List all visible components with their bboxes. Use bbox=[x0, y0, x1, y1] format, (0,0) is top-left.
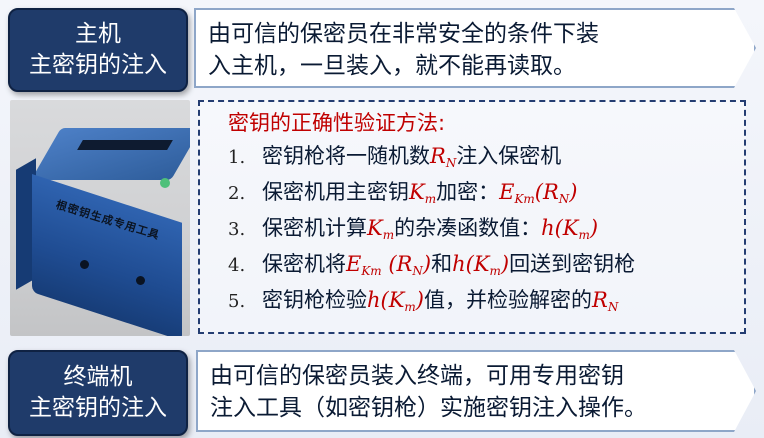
step-text: 值，并检验解密的 bbox=[424, 288, 592, 312]
step-text: 保密机用主密钥 bbox=[262, 180, 409, 204]
master-desc-line2: 入主机，一旦装入，就不能再读取。 bbox=[208, 53, 576, 79]
device-hole-right bbox=[136, 276, 145, 285]
step-math: h(Km) bbox=[452, 252, 510, 278]
step-math: Km bbox=[409, 180, 437, 206]
terminal-desc-line2: 注入工具（如密钥枪）实施密钥注入操作。 bbox=[210, 395, 647, 421]
step-math: EKm (RN) bbox=[346, 252, 432, 278]
terminal-desc-line1: 由可信的保密员装入终端，可用专用密钥 bbox=[210, 363, 624, 389]
step-number: 2. bbox=[228, 183, 246, 204]
verification-method-box: 密钥的正确性验证方法: 1. 密钥枪将一随机数 RN 注入保密机 2. 保密机用… bbox=[198, 100, 746, 334]
key-gun-device-photo: 根密钥生成专用工具 bbox=[10, 100, 190, 336]
master-desc-line1: 由可信的保密员在非常安全的条件下装 bbox=[208, 21, 599, 47]
step-text: 加密： bbox=[436, 180, 500, 204]
step-text: 密钥枪检验 bbox=[262, 288, 367, 312]
terminal-injection-label: 终端机 主密钥的注入 bbox=[8, 350, 188, 436]
step-text: 回送到密钥枪 bbox=[509, 252, 636, 276]
device-logo-icon bbox=[160, 178, 170, 188]
verification-step-4: 4. 保密机将 EKm (RN) 和 h(Km) 回送到密钥枪 bbox=[228, 248, 744, 284]
step-math: RN bbox=[592, 288, 619, 314]
master-label-line2: 主密钥的注入 bbox=[29, 52, 167, 78]
step-math: RN bbox=[430, 144, 457, 170]
terminal-label-line2: 主密钥的注入 bbox=[29, 395, 167, 421]
step-text: 的杂凑函数值： bbox=[394, 216, 542, 240]
step-number: 3. bbox=[228, 219, 246, 240]
step-text: 和 bbox=[431, 252, 453, 276]
step-text: 保密机将 bbox=[262, 252, 346, 276]
verification-step-2: 2. 保密机用主密钥 Km 加密： EKm(RN) bbox=[228, 176, 744, 212]
step-number: 1. bbox=[228, 147, 246, 168]
step-text: 保密机计算 bbox=[262, 216, 367, 240]
device-hole-left bbox=[80, 260, 89, 269]
master-label-line1: 主机 bbox=[75, 21, 121, 47]
verification-step-3: 3. 保密机计算 Km 的杂凑函数值： h(Km) bbox=[228, 212, 744, 248]
master-injection-description: 由可信的保密员在非常安全的条件下装 入主机，一旦装入，就不能再读取。 bbox=[194, 8, 756, 88]
step-number: 4. bbox=[228, 255, 246, 276]
step-math: h(Km) bbox=[367, 288, 424, 314]
terminal-injection-description: 由可信的保密员装入终端，可用专用密钥 注入工具（如密钥枪）实施密钥注入操作。 bbox=[196, 350, 756, 432]
verification-title: 密钥的正确性验证方法: bbox=[228, 111, 446, 135]
master-injection-label: 主机 主密钥的注入 bbox=[8, 8, 188, 92]
step-text: 密钥枪将一随机数 bbox=[262, 144, 430, 168]
device-front-face bbox=[32, 174, 182, 336]
step-math: EKm(RN) bbox=[499, 180, 578, 206]
step-math: Km bbox=[367, 216, 395, 242]
step-number: 5. bbox=[228, 291, 246, 312]
step-math: h(Km) bbox=[541, 216, 599, 242]
step-text: 注入保密机 bbox=[456, 144, 562, 168]
verification-step-5: 5. 密钥枪检验 h(Km) 值，并检验解密的 RN bbox=[228, 284, 744, 320]
verification-step-1: 1. 密钥枪将一随机数 RN 注入保密机 bbox=[228, 140, 744, 176]
device-top-face bbox=[30, 128, 190, 180]
terminal-label-line1: 终端机 bbox=[63, 364, 133, 390]
device-slot bbox=[77, 140, 173, 150]
